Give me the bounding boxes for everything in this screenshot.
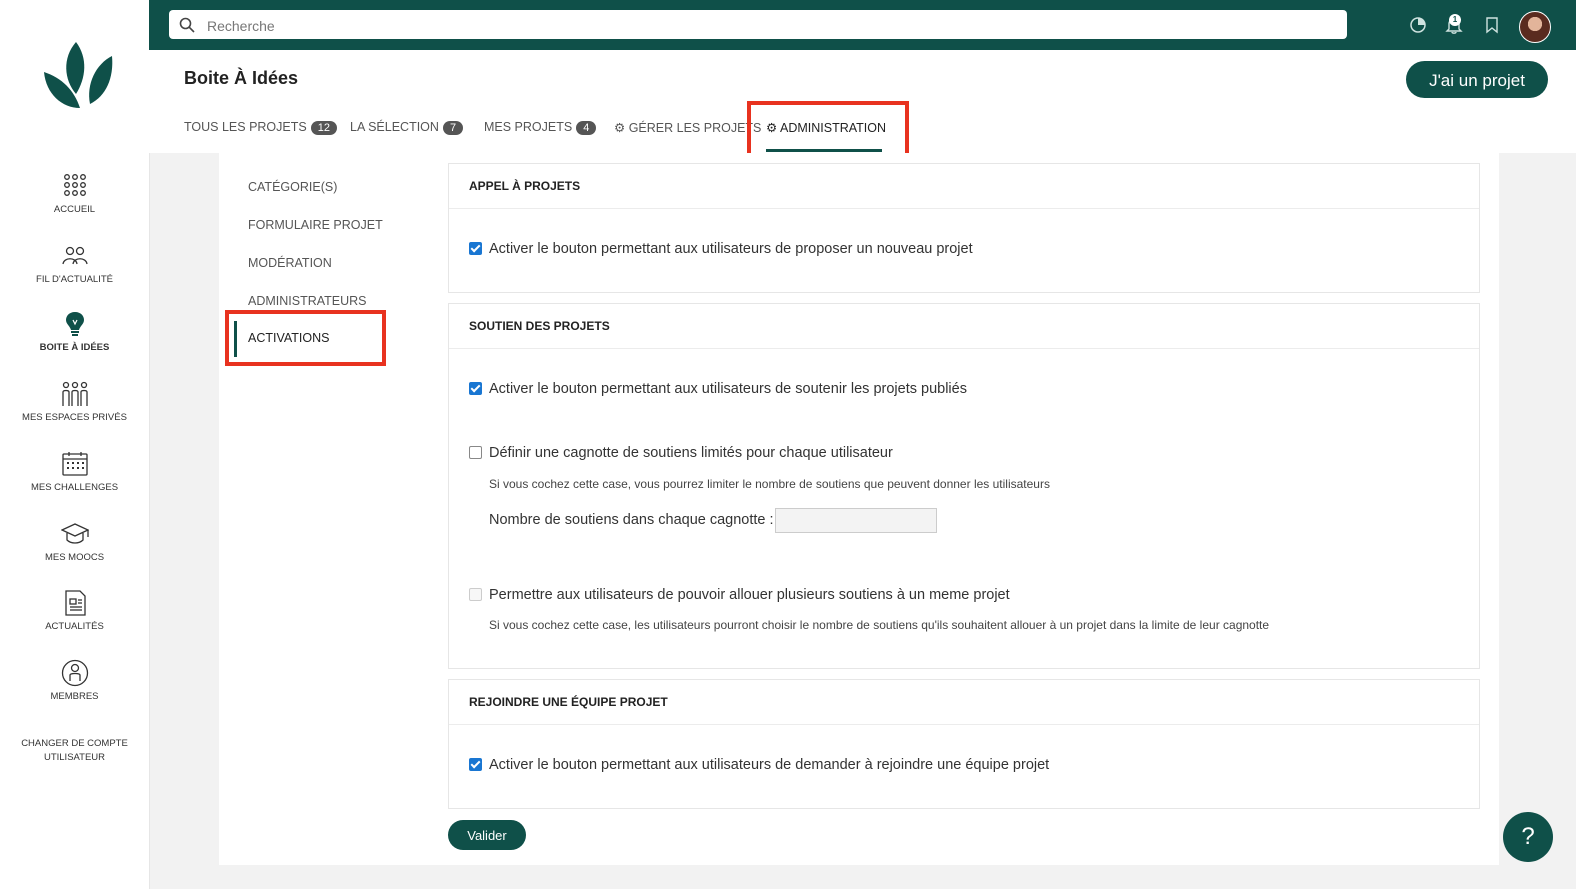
calendar-icon	[61, 452, 88, 476]
switch-account-label: CHANGER DE COMPTE UTILISATEUR	[21, 738, 128, 763]
checkbox-label: Permettre aux utilisateurs de pouvoir al…	[489, 587, 1010, 603]
switch-account-link[interactable]: CHANGER DE COMPTE UTILISATEUR	[20, 737, 129, 765]
checkbox-label: Définir une cagnotte de soutiens limités…	[489, 445, 893, 461]
sidebar-item-label: FIL D'ACTUALITÉ	[36, 274, 113, 285]
cagnotte-hint: Si vous cochez cette case, vous pourrez …	[489, 477, 1050, 491]
subnav-item-moderation[interactable]: MODÉRATION	[248, 256, 332, 270]
tab-count-badge: 4	[576, 120, 597, 135]
member-icon	[61, 659, 88, 687]
checkbox-row-proposer-projet[interactable]: Activer le bouton permettant aux utilisa…	[469, 241, 973, 257]
checkbox-disabled[interactable]	[469, 588, 482, 601]
section-title: SOUTIEN DES PROJETS	[449, 304, 1479, 349]
people-group-icon	[61, 246, 88, 265]
checkbox-row-plusieurs-soutiens[interactable]: Permettre aux utilisateurs de pouvoir al…	[469, 587, 1010, 603]
sidebar-item-challenges[interactable]: MES CHALLENGES	[0, 450, 149, 493]
sidebar-item-fil-actualite[interactable]: FIL D'ACTUALITÉ	[0, 242, 149, 285]
notification-count-badge: 1	[1449, 14, 1461, 26]
checkbox-checked[interactable]	[469, 382, 482, 395]
sidebar-item-label: BOITE À IDÉES	[39, 342, 110, 353]
tab-label: LA SÉLECTION	[350, 120, 439, 134]
section-title: REJOINDRE UNE ÉQUIPE PROJET	[449, 680, 1479, 725]
sidebar-item-label: ACCUEIL	[53, 204, 96, 215]
cagnotte-field-label: Nombre de soutiens dans chaque cagnotte …	[489, 512, 774, 528]
checkbox-row-soutenir-projets[interactable]: Activer le bouton permettant aux utilisa…	[469, 381, 967, 397]
page-title: Boite À Idées	[184, 68, 299, 88]
bookmark-icon[interactable]	[1483, 16, 1501, 34]
subnav-item-categories[interactable]: CATÉGORIE(S)	[248, 180, 337, 194]
checkbox-checked[interactable]	[469, 758, 482, 771]
checkbox-row-rejoindre-equipe[interactable]: Activer le bouton permettant aux utilisa…	[469, 757, 1049, 773]
lightbulb-icon	[65, 312, 84, 336]
tab-gerer-les-projets[interactable]: ⚙ GÉRER LES PROJETS	[614, 120, 761, 135]
sidebar-item-label: MES MOOCS	[44, 552, 105, 563]
checkbox-row-cagnotte[interactable]: Définir une cagnotte de soutiens limités…	[469, 445, 893, 461]
sidebar-item-accueil[interactable]: ACCUEIL	[0, 172, 149, 215]
graduation-cap-icon	[60, 523, 89, 544]
grid-dots-icon	[63, 174, 86, 196]
highlight-box-administration	[747, 101, 909, 160]
avatar[interactable]	[1519, 11, 1551, 43]
sidebar-item-label: MEMBRES	[50, 691, 99, 702]
section-title: APPEL À PROJETS	[449, 164, 1479, 209]
search-icon	[179, 17, 195, 33]
section-appel-a-projets: APPEL À PROJETS Activer le bouton permet…	[448, 163, 1480, 293]
tab-count-badge: 12	[310, 120, 337, 135]
tab-label: TOUS LES PROJETS	[184, 120, 307, 134]
sidebar: ACCUEIL FIL D'ACTUALITÉ BOITE À IDÉES ME…	[0, 0, 150, 889]
admin-content-panel: CATÉGORIE(S) FORMULAIRE PROJET MODÉRATIO…	[219, 153, 1499, 865]
checkbox-label: Activer le bouton permettant aux utilisa…	[489, 757, 1050, 773]
sidebar-item-boite-a-idees[interactable]: BOITE À IDÉES	[0, 310, 149, 353]
checkbox-label: Activer le bouton permettant aux utilisa…	[489, 381, 967, 397]
help-button[interactable]: ?	[1503, 812, 1553, 862]
subnav-item-administrateurs[interactable]: ADMINISTRATEURS	[248, 294, 367, 308]
new-project-button[interactable]: J'ai un projet	[1406, 61, 1548, 98]
checkbox-label: Activer le bouton permettant aux utilisa…	[489, 241, 973, 257]
subnav-item-formulaire-projet[interactable]: FORMULAIRE PROJET	[248, 218, 383, 232]
tab-label: GÉRER LES PROJETS	[628, 121, 762, 135]
sidebar-item-espaces-prives[interactable]: MES ESPACES PRIVÉS	[0, 380, 149, 423]
pie-chart-icon[interactable]	[1409, 16, 1427, 34]
tab-tous-les-projets[interactable]: TOUS LES PROJETS 12	[184, 120, 337, 135]
plusieurs-soutiens-hint: Si vous cochez cette case, les utilisate…	[489, 618, 1270, 632]
sidebar-item-moocs[interactable]: MES MOOCS	[0, 520, 149, 563]
top-bar: 1	[149, 0, 1576, 50]
section-soutien-des-projets: SOUTIEN DES PROJETS Activer le bouton pe…	[448, 303, 1480, 669]
leaf-logo-icon[interactable]	[40, 38, 116, 112]
sidebar-item-membres[interactable]: MEMBRES	[0, 659, 149, 702]
submit-button[interactable]: Valider	[448, 820, 526, 850]
search-box	[169, 10, 1347, 41]
sidebar-item-label: MES ESPACES PRIVÉS	[22, 412, 127, 423]
highlight-box-activations	[225, 310, 386, 366]
tab-count-badge: 7	[442, 120, 464, 135]
sidebar-item-label: MES CHALLENGES	[30, 482, 119, 493]
section-rejoindre-equipe: REJOINDRE UNE ÉQUIPE PROJET Activer le b…	[448, 679, 1480, 809]
checkbox-unchecked[interactable]	[469, 446, 482, 459]
sidebar-item-actualites[interactable]: ACTUALITÉS	[0, 589, 149, 632]
sidebar-item-label: ACTUALITÉS	[45, 621, 104, 632]
cagnotte-count-input[interactable]	[775, 508, 937, 533]
tab-mes-projets[interactable]: MES PROJETS 4	[484, 120, 597, 135]
users-icon	[61, 381, 88, 406]
tab-label: MES PROJETS	[484, 120, 573, 134]
tab-la-selection[interactable]: LA SÉLECTION 7	[350, 120, 464, 135]
gear-icon: ⚙	[614, 121, 626, 135]
search-input[interactable]	[205, 10, 1329, 41]
checkbox-checked[interactable]	[469, 242, 482, 255]
document-icon	[64, 590, 86, 616]
